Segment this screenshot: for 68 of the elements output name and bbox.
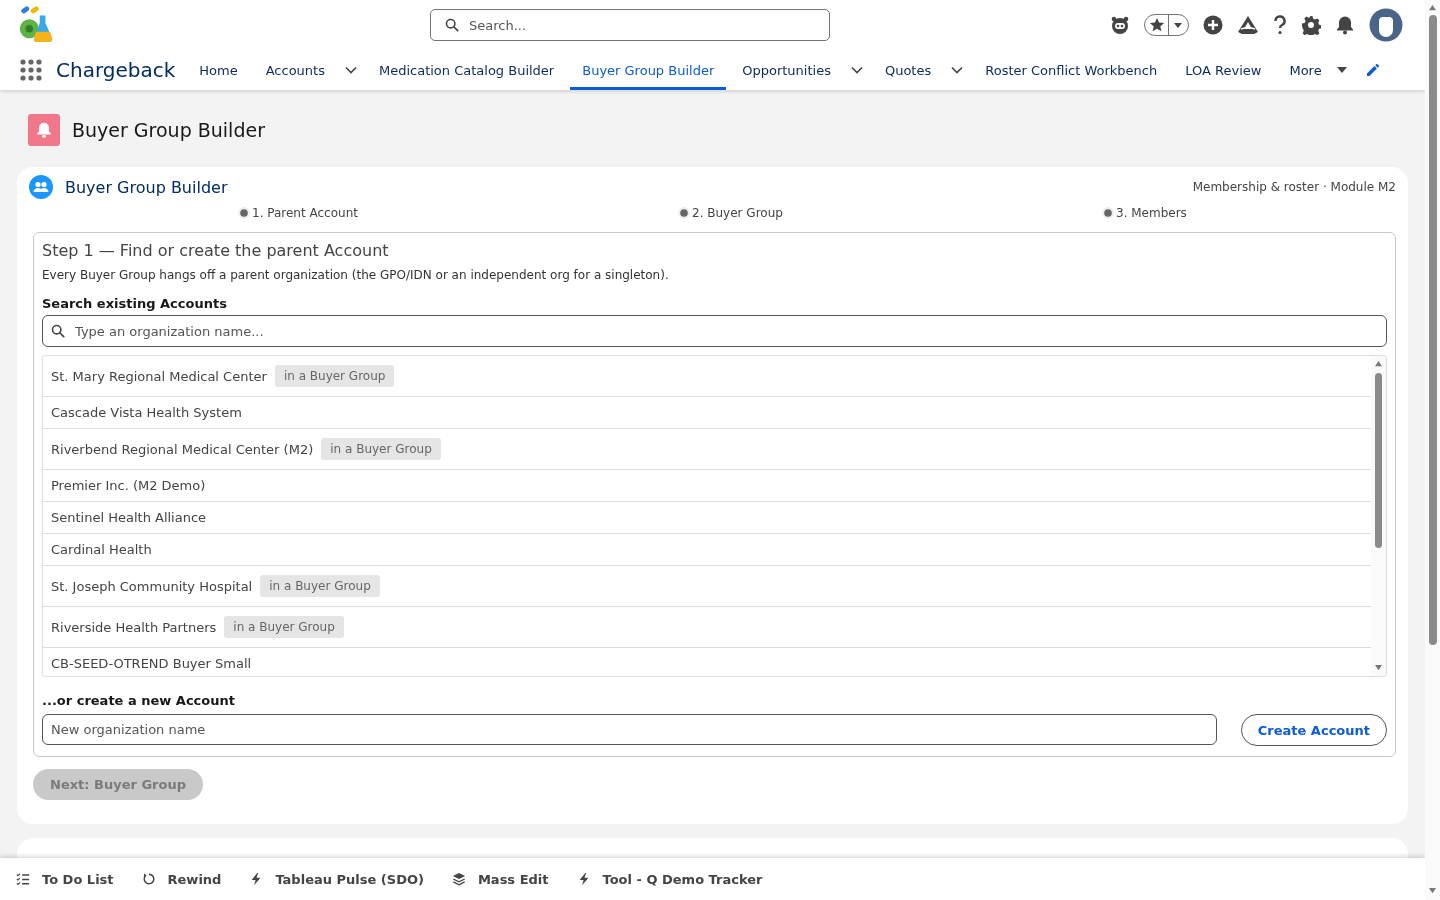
pencil-icon[interactable] xyxy=(1365,63,1380,77)
utility-item[interactable]: Tool - Q Demo Tracker xyxy=(562,858,777,900)
scroll-up-icon[interactable] xyxy=(1374,360,1383,367)
field-label: ...or create a new Account xyxy=(42,693,236,708)
checklist-icon xyxy=(16,872,30,886)
scroll-down-icon[interactable] xyxy=(1428,887,1437,894)
status-badge: in a Buyer Group xyxy=(274,365,395,387)
utility-item[interactable]: Mass Edit xyxy=(437,858,563,900)
people-icon xyxy=(29,175,53,199)
app-launcher-icon[interactable] xyxy=(20,59,42,81)
nav-tab[interactable]: Quotes xyxy=(872,50,944,90)
star-icon xyxy=(1149,17,1165,33)
scrollbar-thumb[interactable] xyxy=(1428,15,1437,645)
organization-name-field[interactable]: New organization name xyxy=(42,713,1217,745)
nav-tab[interactable]: Opportunities xyxy=(730,50,843,90)
nav-tab[interactable]: Home xyxy=(187,50,250,90)
nav-tab[interactable]: Roster Conflict Workbench xyxy=(973,50,1170,90)
app-name: Chargeback xyxy=(56,58,176,82)
account-option[interactable]: St. Joseph Community Hospital xyxy=(51,578,253,594)
nav-tab[interactable]: LOA Review xyxy=(1173,50,1274,90)
utility-item[interactable]: To Do List xyxy=(2,858,128,900)
field-label: Search existing Accounts xyxy=(42,296,228,311)
account-option[interactable]: Premier Inc. (M2 Demo) xyxy=(51,478,206,493)
step-label: 1. Parent Account xyxy=(252,206,358,220)
account-option[interactable]: Cascade Vista Health System xyxy=(51,405,242,420)
bell-icon xyxy=(28,114,60,146)
account-option[interactable]: Sentinel Health Alliance xyxy=(51,510,207,525)
create-account-button[interactable]: Create Account xyxy=(1240,714,1387,746)
bell-icon[interactable] xyxy=(1335,15,1355,35)
step-dot-icon xyxy=(1102,207,1114,219)
status-badge: in a Buyer Group xyxy=(321,438,441,460)
nav-tab[interactable]: Buyer Group Builder xyxy=(570,50,727,90)
card-title: Buyer Group Builder xyxy=(65,177,229,197)
nav-tab[interactable]: Accounts xyxy=(253,50,337,90)
status-badge: in a Buyer Group xyxy=(224,616,344,638)
settings-icon[interactable] xyxy=(1301,15,1321,35)
search-icon xyxy=(51,324,65,338)
scroll-down-icon[interactable] xyxy=(1374,664,1383,671)
help-icon[interactable] xyxy=(1273,15,1287,35)
plus-icon[interactable] xyxy=(1203,15,1223,35)
page-title: Buyer Group Builder xyxy=(72,119,265,141)
step-dot-icon xyxy=(678,207,690,219)
card-meta: Membership & roster · Module M2 xyxy=(1192,180,1396,194)
scroll-up-icon[interactable] xyxy=(1428,4,1437,11)
scrollbar-thumb[interactable] xyxy=(1375,373,1382,548)
account-option[interactable]: St. Mary Regional Medical Center xyxy=(51,368,267,384)
account-option[interactable]: Cardinal Health xyxy=(51,542,152,557)
step-heading: Step 1 — Find or create the parent Account xyxy=(42,241,390,260)
robot-face-icon[interactable] xyxy=(1110,15,1130,35)
step-description: Every Buyer Group hangs off a parent organization (the GPO/IDN or an independent org for a singleton). xyxy=(42,268,670,282)
nav-tab[interactable]: Medication Catalog Builder xyxy=(366,50,567,90)
account-option[interactable]: CB-SEED-OTREND Buyer Small xyxy=(51,656,252,671)
avatar-icon[interactable] xyxy=(1369,8,1403,42)
step-label: 3. Members xyxy=(1116,206,1187,220)
account-option[interactable]: Riverside Health Partners xyxy=(51,619,217,635)
search-field[interactable]: Search... xyxy=(430,9,830,41)
layers-icon xyxy=(451,872,466,886)
search-icon xyxy=(445,18,459,32)
step-dot-icon xyxy=(238,207,250,219)
more-tab[interactable]: More xyxy=(1277,50,1334,90)
utility-item[interactable]: Rewind xyxy=(127,858,236,900)
rewind-icon xyxy=(141,872,156,886)
account-option[interactable]: Riverbend Regional Medical Center (M2) xyxy=(51,441,314,457)
utility-item[interactable]: Tableau Pulse (SDO) xyxy=(235,858,438,900)
mountain-icon[interactable] xyxy=(1237,15,1259,35)
account-search-field[interactable]: Type an organization name... xyxy=(42,315,1387,347)
step-label: 2. Buyer Group xyxy=(692,206,783,220)
status-badge: in a Buyer Group xyxy=(260,575,380,597)
